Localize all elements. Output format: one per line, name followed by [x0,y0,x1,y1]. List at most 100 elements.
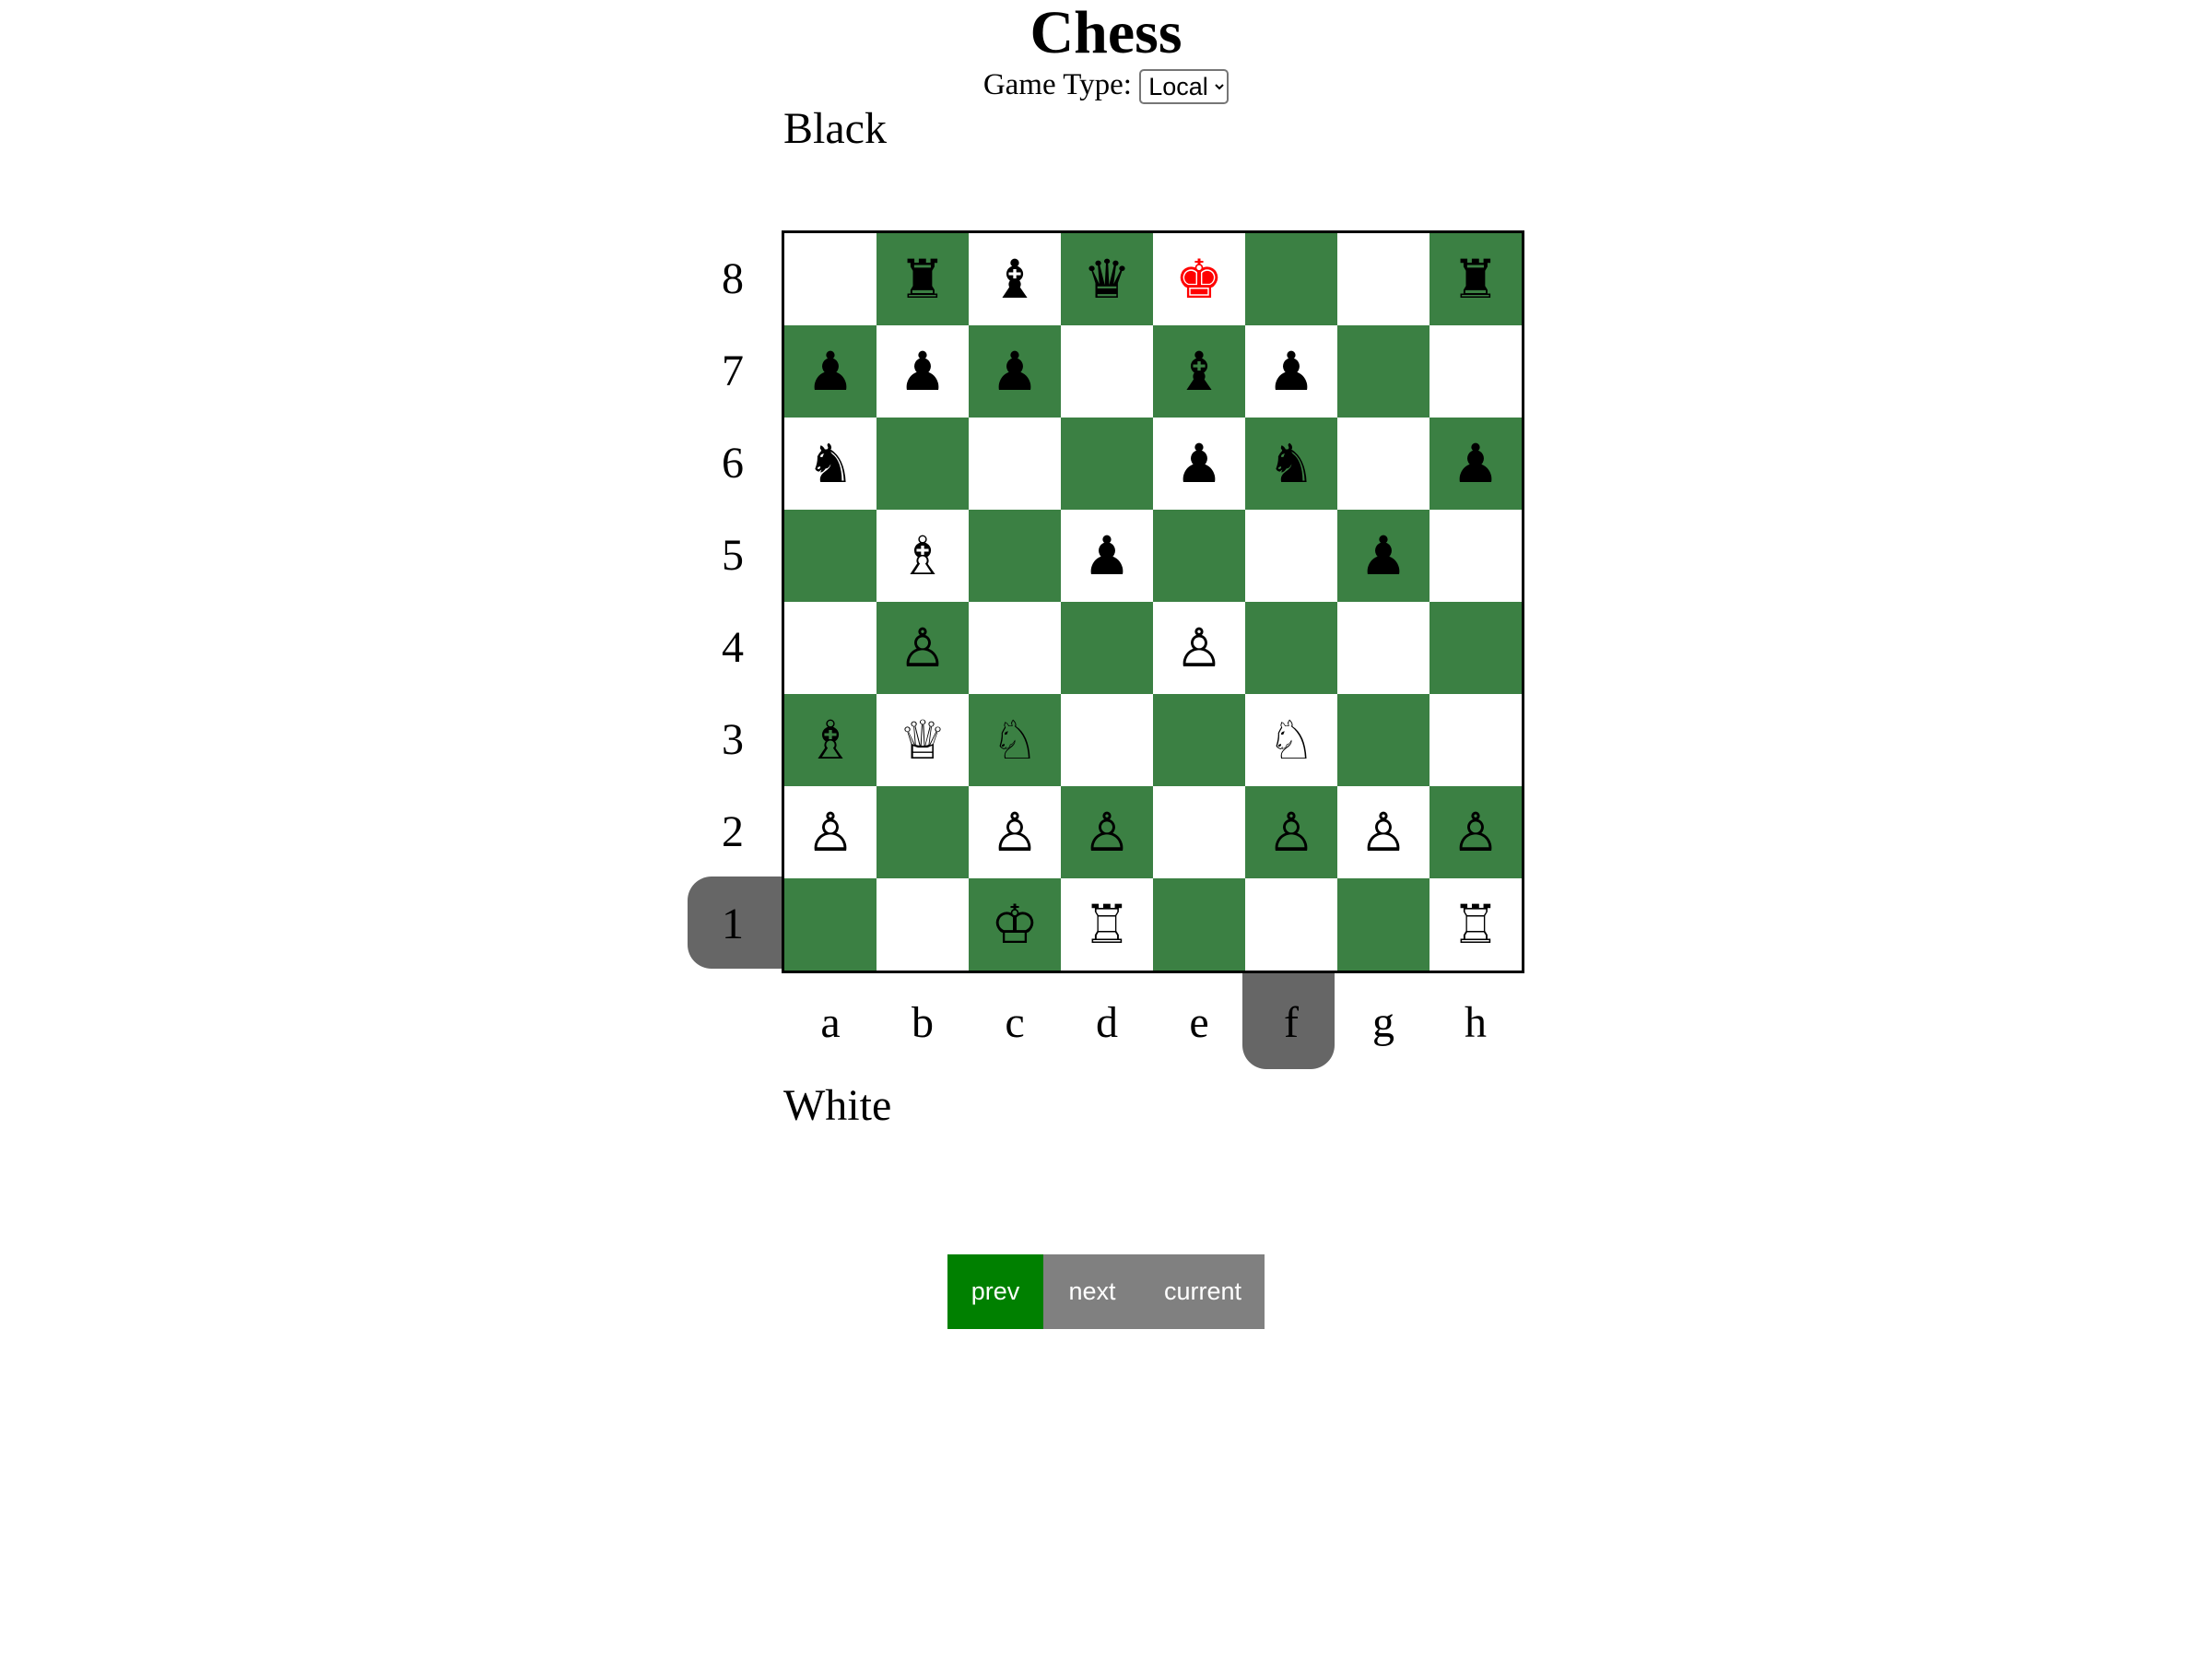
square-c5[interactable] [969,510,1061,602]
square-d2[interactable]: ♙ [1061,786,1153,878]
square-f8[interactable] [1245,233,1337,325]
black-queen-piece[interactable]: ♛ [1083,253,1131,306]
square-c6[interactable] [969,418,1061,510]
white-pawn-piece[interactable]: ♙ [1083,806,1131,859]
square-f5[interactable] [1245,510,1337,602]
square-a6[interactable]: ♞ [784,418,877,510]
square-f4[interactable] [1245,602,1337,694]
square-h8[interactable]: ♜ [1430,233,1522,325]
square-g3[interactable] [1337,694,1430,786]
square-c7[interactable]: ♟ [969,325,1061,418]
square-b8[interactable]: ♜ [877,233,969,325]
game-type-select[interactable]: Local [1139,69,1230,105]
square-h6[interactable]: ♟ [1430,418,1522,510]
square-g8[interactable] [1337,233,1430,325]
square-g1[interactable] [1337,878,1430,971]
square-h3[interactable] [1430,694,1522,786]
square-c4[interactable] [969,602,1061,694]
square-d3[interactable] [1061,694,1153,786]
square-g2[interactable]: ♙ [1337,786,1430,878]
square-h7[interactable] [1430,325,1522,418]
black-rook-piece[interactable]: ♜ [899,253,947,306]
square-e1[interactable] [1153,878,1245,971]
square-h4[interactable] [1430,602,1522,694]
square-a7[interactable]: ♟ [784,325,877,418]
black-bishop-piece[interactable]: ♝ [991,253,1039,306]
square-g4[interactable] [1337,602,1430,694]
white-bishop-piece[interactable]: ♗ [899,529,947,582]
black-pawn-piece[interactable]: ♟ [1452,437,1500,490]
square-a1[interactable] [784,878,877,971]
white-rook-piece[interactable]: ♖ [1083,898,1131,951]
black-bishop-piece[interactable]: ♝ [1175,345,1223,398]
square-e2[interactable] [1153,786,1245,878]
white-knight-piece[interactable]: ♘ [991,713,1039,767]
white-pawn-piece[interactable]: ♙ [1175,621,1223,675]
square-e6[interactable]: ♟ [1153,418,1245,510]
square-g5[interactable]: ♟ [1337,510,1430,602]
square-d7[interactable] [1061,325,1153,418]
square-h2[interactable]: ♙ [1430,786,1522,878]
white-pawn-piece[interactable]: ♙ [899,621,947,675]
black-pawn-piece[interactable]: ♟ [991,345,1039,398]
square-d5[interactable]: ♟ [1061,510,1153,602]
square-a4[interactable] [784,602,877,694]
square-a2[interactable]: ♙ [784,786,877,878]
square-e5[interactable] [1153,510,1245,602]
square-a3[interactable]: ♗ [784,694,877,786]
square-e8[interactable]: ♚ [1153,233,1245,325]
square-h1[interactable]: ♖ [1430,878,1522,971]
current-button[interactable]: current [1141,1254,1265,1329]
square-c3[interactable]: ♘ [969,694,1061,786]
white-rook-piece[interactable]: ♖ [1452,898,1500,951]
square-d6[interactable] [1061,418,1153,510]
square-b7[interactable]: ♟ [877,325,969,418]
white-bishop-piece[interactable]: ♗ [806,713,854,767]
square-h5[interactable] [1430,510,1522,602]
square-f6[interactable]: ♞ [1245,418,1337,510]
square-b5[interactable]: ♗ [877,510,969,602]
square-b1[interactable] [877,878,969,971]
black-pawn-piece[interactable]: ♟ [1359,529,1407,582]
square-b4[interactable]: ♙ [877,602,969,694]
square-f2[interactable]: ♙ [1245,786,1337,878]
white-king-piece[interactable]: ♔ [991,898,1039,951]
black-pawn-piece[interactable]: ♟ [806,345,854,398]
square-c8[interactable]: ♝ [969,233,1061,325]
white-queen-piece[interactable]: ♕ [899,713,947,767]
black-knight-piece[interactable]: ♞ [1267,437,1315,490]
black-king-piece[interactable]: ♚ [1175,253,1223,306]
square-b2[interactable] [877,786,969,878]
white-knight-piece[interactable]: ♘ [1267,713,1315,767]
black-pawn-piece[interactable]: ♟ [899,345,947,398]
square-f7[interactable]: ♟ [1245,325,1337,418]
square-f1[interactable] [1245,878,1337,971]
square-g7[interactable] [1337,325,1430,418]
square-c1[interactable]: ♔ [969,878,1061,971]
square-g6[interactable] [1337,418,1430,510]
square-f3[interactable]: ♘ [1245,694,1337,786]
black-knight-piece[interactable]: ♞ [806,437,854,490]
square-b3[interactable]: ♕ [877,694,969,786]
square-c2[interactable]: ♙ [969,786,1061,878]
square-d1[interactable]: ♖ [1061,878,1153,971]
white-pawn-piece[interactable]: ♙ [991,806,1039,859]
black-pawn-piece[interactable]: ♟ [1267,345,1315,398]
white-pawn-piece[interactable]: ♙ [1359,806,1407,859]
square-a5[interactable] [784,510,877,602]
square-e4[interactable]: ♙ [1153,602,1245,694]
white-pawn-piece[interactable]: ♙ [1267,806,1315,859]
square-d4[interactable] [1061,602,1153,694]
square-b6[interactable] [877,418,969,510]
square-e3[interactable] [1153,694,1245,786]
square-e7[interactable]: ♝ [1153,325,1245,418]
square-a8[interactable] [784,233,877,325]
white-pawn-piece[interactable]: ♙ [806,806,854,859]
prev-button[interactable]: prev [947,1254,1043,1329]
black-pawn-piece[interactable]: ♟ [1083,529,1131,582]
white-pawn-piece[interactable]: ♙ [1452,806,1500,859]
square-d8[interactable]: ♛ [1061,233,1153,325]
next-button[interactable]: next [1043,1254,1141,1329]
black-rook-piece[interactable]: ♜ [1452,253,1500,306]
black-pawn-piece[interactable]: ♟ [1175,437,1223,490]
